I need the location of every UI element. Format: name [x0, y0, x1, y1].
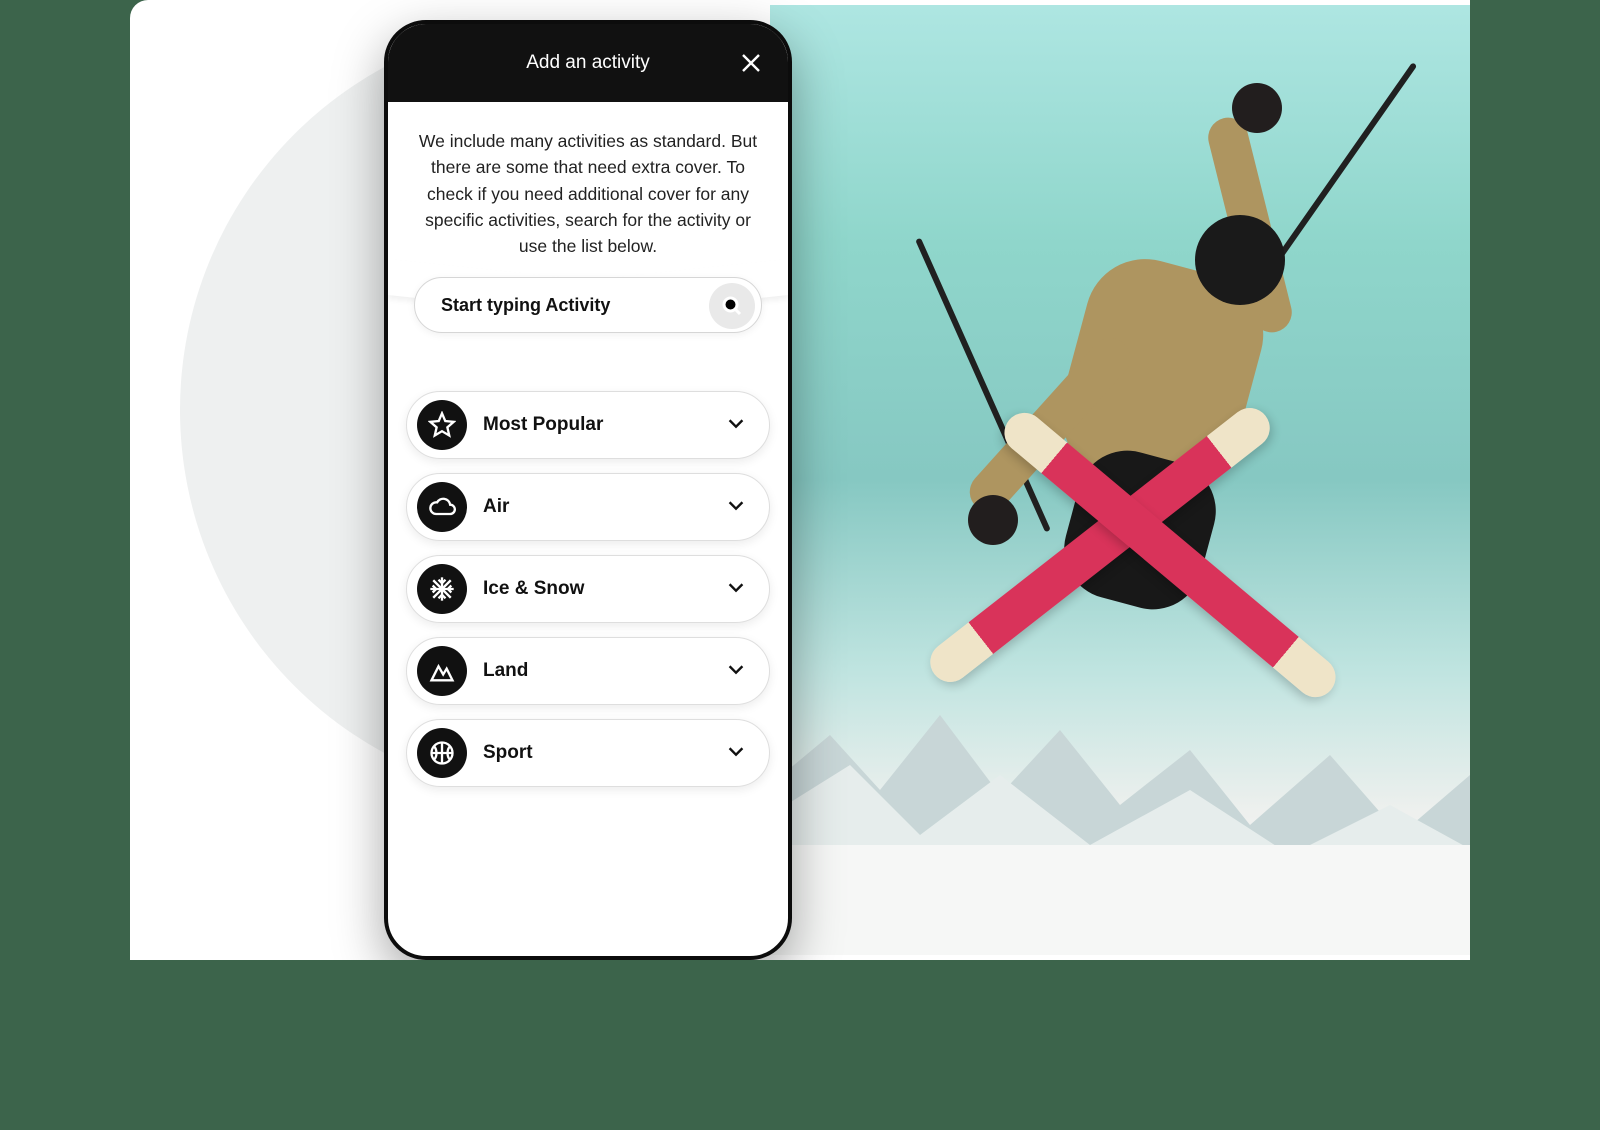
chevron-down-icon — [725, 740, 747, 767]
category-label: Sport — [483, 742, 725, 764]
category-label: Air — [483, 496, 725, 518]
search-button[interactable] — [709, 283, 755, 329]
ball-icon — [417, 728, 467, 778]
chevron-down-icon — [725, 412, 747, 439]
search-icon — [720, 294, 744, 318]
category-ice-snow[interactable]: Ice & Snow — [406, 555, 770, 623]
category-land[interactable]: Land — [406, 637, 770, 705]
chevron-down-icon — [725, 494, 747, 521]
category-list: Most Popular Air — [388, 363, 788, 787]
chevron-down-icon — [725, 576, 747, 603]
chevron-down-icon — [725, 658, 747, 685]
activity-search-input[interactable]: Start typing Activity — [414, 277, 762, 333]
close-icon — [739, 51, 763, 75]
modal-header: Add an activity — [388, 24, 788, 102]
cloud-icon — [417, 482, 467, 532]
search-placeholder: Start typing Activity — [441, 295, 610, 316]
modal-title: Add an activity — [526, 52, 650, 74]
category-air[interactable]: Air — [406, 473, 770, 541]
mountain-icon — [417, 646, 467, 696]
category-label: Ice & Snow — [483, 578, 725, 600]
star-icon — [417, 400, 467, 450]
phone-mockup: Add an activity We include many activiti… — [384, 20, 792, 960]
category-sport[interactable]: Sport — [406, 719, 770, 787]
category-label: Land — [483, 660, 725, 682]
snow-ground — [770, 845, 1470, 955]
modal-intro-text: We include many activities as standard. … — [388, 102, 788, 277]
category-label: Most Popular — [483, 414, 725, 436]
snowflake-icon — [417, 564, 467, 614]
promo-canvas: Add an activity We include many activiti… — [130, 0, 1470, 960]
close-button[interactable] — [736, 48, 766, 78]
skier-figure — [950, 155, 1370, 675]
hero-photo-skier — [770, 5, 1470, 955]
category-most-popular[interactable]: Most Popular — [406, 391, 770, 459]
